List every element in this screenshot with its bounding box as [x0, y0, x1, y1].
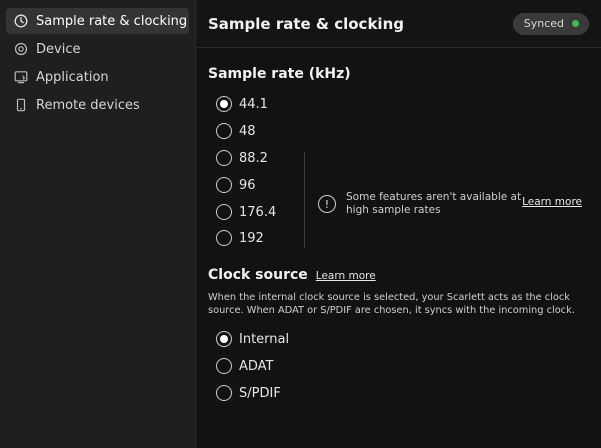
radio-selected-icon[interactable] — [216, 96, 232, 112]
sidebar-item-application[interactable]: Application — [6, 64, 189, 90]
radio-label: 48 — [239, 123, 256, 139]
page-title: Sample rate & clocking — [208, 14, 404, 33]
phone-icon — [14, 98, 28, 112]
sidebar-item-sample-rate-clocking[interactable]: Sample rate & clocking — [6, 8, 189, 34]
radio-unselected-icon[interactable] — [216, 123, 232, 139]
status-badge: Synced — [512, 12, 589, 35]
sidebar-item-label: Application — [36, 69, 109, 85]
radio-unselected-icon[interactable] — [216, 230, 232, 246]
radio-clock-adat[interactable]: ADAT — [216, 358, 274, 374]
sidebar-item-label: Remote devices — [36, 97, 140, 113]
notice-message: Some features aren't available at high s… — [346, 191, 522, 216]
sidebar-item-label: Sample rate & clocking — [36, 13, 188, 29]
page-header: Sample rate & clocking Synced — [197, 0, 601, 48]
radio-clock-spdif[interactable]: S/PDIF — [216, 385, 281, 401]
radio-unselected-icon[interactable] — [216, 150, 232, 166]
clock-learn-more-link[interactable]: Learn more — [316, 270, 376, 282]
clock-source-title: Clock source — [208, 267, 308, 283]
radio-sample-rate-48[interactable]: 48 — [216, 123, 256, 139]
sidebar-item-device[interactable]: Device — [6, 36, 189, 62]
radio-clock-internal[interactable]: Internal — [216, 331, 289, 347]
radio-sample-rate-176-4[interactable]: 176.4 — [216, 204, 276, 220]
radio-selected-icon[interactable] — [216, 331, 232, 347]
radio-sample-rate-44-1[interactable]: 44.1 — [216, 96, 268, 112]
clock-icon — [14, 14, 28, 28]
radio-unselected-icon[interactable] — [216, 177, 232, 193]
radio-label: S/PDIF — [239, 385, 281, 401]
radio-label: 192 — [239, 230, 264, 246]
radio-label: 88.2 — [239, 150, 268, 166]
high-sample-rate-notice: ! Some features aren't available at high… — [318, 184, 590, 224]
radio-label: ADAT — [239, 358, 274, 374]
radio-unselected-icon[interactable] — [216, 385, 232, 401]
radio-label: 96 — [239, 177, 256, 193]
radio-label: 176.4 — [239, 204, 277, 220]
status-dot-icon — [572, 20, 579, 27]
radio-unselected-icon[interactable] — [216, 204, 232, 220]
radio-sample-rate-192[interactable]: 192 — [216, 230, 264, 246]
status-label: Synced — [523, 17, 564, 30]
info-icon: ! — [318, 195, 336, 213]
radio-unselected-icon[interactable] — [216, 358, 232, 374]
sidebar-item-remote-devices[interactable]: Remote devices — [6, 92, 189, 118]
sidebar: Sample rate & clocking Device Applicatio… — [0, 0, 196, 448]
radio-sample-rate-88-2[interactable]: 88.2 — [216, 150, 268, 166]
sample-rate-title: Sample rate (kHz) — [208, 66, 351, 82]
sidebar-item-label: Device — [36, 41, 81, 57]
radio-sample-rate-96[interactable]: 96 — [216, 177, 256, 193]
application-icon — [14, 70, 28, 84]
radio-label: Internal — [239, 331, 290, 347]
divider — [304, 152, 305, 248]
main-panel: Sample rate & clocking Synced Sample rat… — [197, 0, 601, 448]
clock-source-header: Clock source Learn more — [208, 267, 376, 283]
radio-label: 44.1 — [239, 96, 268, 112]
learn-more-link[interactable]: Learn more — [522, 196, 582, 208]
clock-source-description: When the internal clock source is select… — [208, 292, 575, 316]
device-icon — [14, 42, 28, 56]
